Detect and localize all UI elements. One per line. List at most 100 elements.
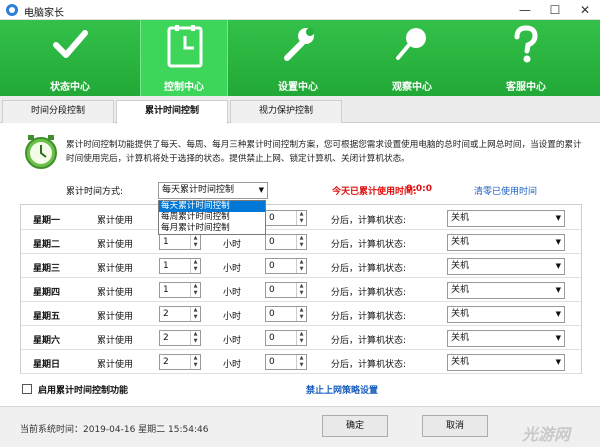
spin-arrows-icon[interactable]: ▲▼ <box>190 355 200 369</box>
hours-stepper[interactable]: 2 ▲ ▼ <box>159 306 201 322</box>
computer-state-value: 关机 <box>451 357 470 367</box>
hours-stepper[interactable]: 2 ▲ ▼ <box>159 330 201 346</box>
hours-stepper[interactable]: 2 ▲ ▼ <box>159 354 201 370</box>
minutes-value: 0 <box>269 213 275 223</box>
hour-unit-label: 小时 <box>223 264 242 274</box>
nav-observe-center[interactable]: 观察中心 <box>368 20 456 96</box>
chevron-down-icon: ▼ <box>258 186 264 194</box>
nav-settings-center[interactable]: 设置中心 <box>254 20 342 96</box>
minutes-stepper[interactable]: 0 ▲ ▼ <box>265 354 307 370</box>
hour-unit-label: 小时 <box>223 336 242 346</box>
day-label: 星期三 <box>33 264 61 274</box>
computer-state-select[interactable]: 关机 ▼ <box>447 258 565 275</box>
usage-label: 累计使用 <box>97 216 134 226</box>
chevron-down-icon: ▼ <box>555 238 561 246</box>
mode-select[interactable]: 每天累计时间控制 ▼ <box>158 182 268 199</box>
maximize-button[interactable]: ☐ <box>540 0 570 20</box>
wrench-icon <box>284 28 314 61</box>
spin-arrows-icon[interactable]: ▲▼ <box>190 283 200 297</box>
chevron-down-icon: ▼ <box>555 358 561 366</box>
after-state-label: 分后，计算机状态: <box>331 360 407 370</box>
nav-control-center[interactable]: 控制中心 <box>140 20 228 96</box>
computer-state-select[interactable]: 关机 ▼ <box>447 306 565 323</box>
hours-stepper[interactable]: 1 ▲▼ <box>159 258 201 274</box>
tab-time-segment[interactable]: 时间分段控制 <box>2 100 114 123</box>
window-title: 电脑家长 <box>24 8 64 19</box>
hours-stepper[interactable]: 1 ▲▼ <box>159 234 201 250</box>
computer-state-value: 关机 <box>451 285 470 295</box>
usage-label: 累计使用 <box>97 312 134 322</box>
computer-state-select[interactable]: 关机 ▼ <box>447 210 565 227</box>
question-icon <box>514 25 538 63</box>
mode-option-weekly[interactable]: 每周累计时间控制 <box>159 212 265 223</box>
app-icon <box>6 4 18 16</box>
spin-arrows-icon[interactable]: ▲▼ <box>296 307 306 321</box>
mode-option-monthly[interactable]: 每月累计时间控制 <box>159 223 265 234</box>
hours-stepper[interactable]: 1 ▲▼ <box>159 282 201 298</box>
tab-cumulative-time[interactable]: 累计时间控制 <box>116 100 228 124</box>
ok-button[interactable]: 确定 <box>322 415 388 437</box>
nav-label: 设置中心 <box>278 82 318 93</box>
schedule-row: 星期五 累计使用 2 ▲ ▼ 小时 0 ▲ ▼ 分后，计算机状态: 关机 ▼ <box>21 303 581 326</box>
minutes-stepper[interactable]: 0 ▲ ▼ <box>265 210 307 226</box>
minutes-stepper[interactable]: 0 ▲ ▼ <box>265 258 307 274</box>
computer-state-select[interactable]: 关机 ▼ <box>447 282 565 299</box>
nav-label: 观察中心 <box>392 82 432 93</box>
close-button[interactable]: ✕ <box>570 0 600 20</box>
minutes-stepper[interactable]: 0 ▲ ▼ <box>265 234 307 250</box>
spin-arrows-icon[interactable]: ▲▼ <box>296 355 306 369</box>
spin-arrows-icon[interactable]: ▲▼ <box>190 331 200 345</box>
minimize-button[interactable]: — <box>510 0 540 20</box>
after-state-label: 分后，计算机状态: <box>331 240 407 250</box>
hour-unit-label: 小时 <box>223 360 242 370</box>
day-label: 星期四 <box>33 288 61 298</box>
cancel-button[interactable]: 取消 <box>422 415 488 437</box>
spin-arrows-icon[interactable]: ▲▼ <box>190 259 200 273</box>
computer-state-select[interactable]: 关机 ▼ <box>447 330 565 347</box>
spin-arrows-icon[interactable]: ▲▼ <box>296 211 306 225</box>
usage-label: 累计使用 <box>97 264 134 274</box>
spin-arrows-icon[interactable]: ▲▼ <box>190 235 200 249</box>
watermark-logo: 光游网 <box>522 425 571 444</box>
spin-arrows-icon[interactable]: ▲▼ <box>296 235 306 249</box>
spin-arrows-icon[interactable]: ▲▼ <box>296 331 306 345</box>
schedule-row: 星期三 累计使用 1 ▲ ▼ 小时 0 ▲ ▼ 分后，计算机状态: 关机 ▼ <box>21 255 581 278</box>
after-state-label: 分后，计算机状态: <box>331 336 407 346</box>
spin-arrows-icon[interactable]: ▲▼ <box>296 283 306 297</box>
schedule-row: 星期二 累计使用 1 ▲ ▼ 小时 0 ▲ ▼ 分后，计算机状态: 关机 ▼ <box>21 231 581 254</box>
minutes-value: 0 <box>269 285 275 295</box>
policy-settings-link[interactable]: 禁止上网策略设置 <box>306 383 378 396</box>
tab-eye-protection[interactable]: 视力保护控制 <box>230 100 342 123</box>
minutes-value: 0 <box>269 309 275 319</box>
chevron-down-icon: ▼ <box>555 334 561 342</box>
minutes-stepper[interactable]: 0 ▲ ▼ <box>265 306 307 322</box>
check-icon <box>53 30 88 58</box>
minutes-stepper[interactable]: 0 ▲ ▼ <box>265 330 307 346</box>
mode-dropdown-list: 每天累计时间控制 每周累计时间控制 每月累计时间控制 <box>158 200 266 235</box>
minutes-stepper[interactable]: 0 ▲ ▼ <box>265 282 307 298</box>
computer-state-select[interactable]: 关机 ▼ <box>447 234 565 251</box>
magnifier-icon <box>396 28 426 60</box>
nav-label: 状态中心 <box>50 82 90 93</box>
enable-checkbox[interactable] <box>22 384 32 394</box>
nav-status-center[interactable]: 状态中心 <box>26 20 114 96</box>
computer-state-value: 关机 <box>451 237 470 247</box>
schedule-row: 星期一累计使用1▲▼小时0▲▼分后，计算机状态:关机▼ <box>21 207 581 230</box>
computer-state-value: 关机 <box>451 333 470 343</box>
mode-option-daily[interactable]: 每天累计时间控制 <box>159 201 265 212</box>
nav-service-center[interactable]: 客服中心 <box>482 20 570 96</box>
spin-arrows-icon[interactable]: ▲▼ <box>296 259 306 273</box>
after-state-label: 分后，计算机状态: <box>331 312 407 322</box>
spin-arrows-icon[interactable]: ▲▼ <box>190 307 200 321</box>
hour-unit-label: 小时 <box>223 288 242 298</box>
enable-checkbox-row[interactable]: 启用累计时间控制功能 <box>22 383 128 396</box>
today-used-label: 今天已累计使用时间: <box>332 187 417 197</box>
computer-state-select[interactable]: 关机 ▼ <box>447 354 565 371</box>
usage-label: 累计使用 <box>97 240 134 250</box>
hour-unit-label: 小时 <box>223 312 242 322</box>
schedule-row: 星期四 累计使用 1 ▲ ▼ 小时 0 ▲ ▼ 分后，计算机状态: 关机 ▼ <box>21 279 581 302</box>
clear-used-time-link[interactable]: 清零已使用时间 <box>474 184 537 197</box>
minutes-value: 0 <box>269 333 275 343</box>
feature-description: 累计时间控制功能提供了每天、每周、每月三种累计时间控制方案，您可根据您需求设置使… <box>66 140 582 164</box>
hours-value: 1 <box>163 285 169 295</box>
